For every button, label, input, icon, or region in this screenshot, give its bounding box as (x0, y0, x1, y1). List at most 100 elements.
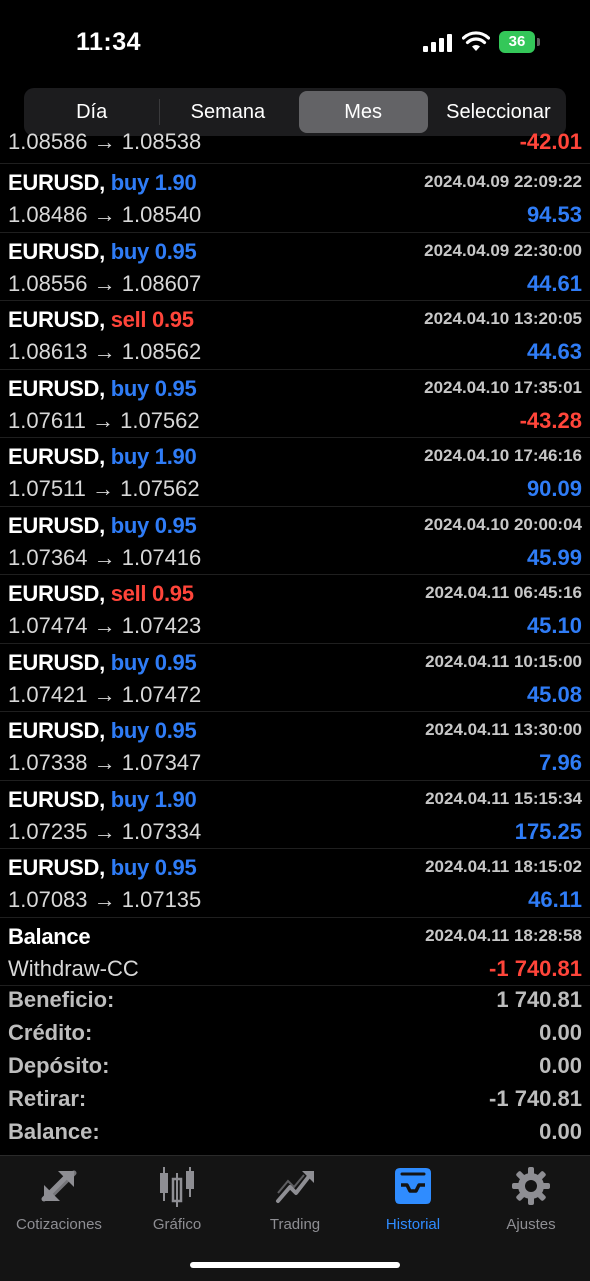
trade-prices: 1.07421 → 1.07472 (8, 681, 202, 707)
trade-lot: 0.95 (152, 307, 194, 332)
trade-prices: 1.08613 → 1.08562 (8, 339, 202, 364)
trade-symbol-line: EURUSD, buy 0.95 (8, 718, 197, 744)
trade-profit: 45.08 (526, 681, 582, 707)
summary-value: 1 740.81 (496, 987, 582, 1012)
trade-row[interactable]: EURUSD, buy 0.95 2024.04.11 10:15:00 1.074… (0, 644, 590, 712)
trade-symbol-line: EURUSD, buy 0.95 (8, 238, 197, 265)
tab-chart[interactable]: Gráfico (118, 1164, 236, 1233)
gear-icon (472, 1164, 590, 1208)
trade-symbol-line: EURUSD, buy 1.90 (8, 170, 197, 196)
candlestick-chart-icon (118, 1164, 236, 1208)
tab-label: Cotizaciones (16, 1216, 102, 1233)
summary-label: Depósito: (8, 1053, 110, 1078)
summary-row-profit: Beneficio: 1 740.81 (0, 983, 590, 1016)
trade-side: buy (110, 786, 150, 812)
trade-profit: -43.28 (519, 407, 582, 433)
trade-side: buy (110, 238, 150, 264)
segment-month[interactable]: Mes (298, 91, 428, 133)
trade-lot: 0.95 (152, 581, 194, 606)
summary-value: 0.00 (539, 1119, 582, 1144)
trade-symbol: EURUSD, (8, 512, 105, 538)
trade-symbol: EURUSD, (8, 649, 105, 675)
trade-prices: 1.08486 → 1.08540 (8, 202, 202, 227)
trade-prices: 1.07611 → 1.07562 (8, 407, 200, 433)
trade-prices: 1.07364 → 1.07416 (8, 544, 202, 570)
trade-side: sell (110, 581, 147, 606)
trade-side: sell (110, 307, 147, 332)
trade-side: buy (110, 375, 150, 401)
tab-settings[interactable]: Ajustes (472, 1164, 590, 1233)
history-list: 1.08586 → 1.08538 -42.01 EURUSD, buy 1.9… (0, 129, 590, 986)
balance-operation-row[interactable]: Balance 2024.04.11 18:28:58 Withdraw-CC … (0, 918, 590, 986)
trade-symbol: EURUSD, (8, 581, 105, 606)
trading-chart-icon (236, 1164, 354, 1208)
tab-label: Historial (385, 1216, 441, 1233)
trade-time: 2024.04.10 17:35:01 (424, 377, 582, 397)
trade-row[interactable]: EURUSD, sell 0.95 2024.04.11 06:45:16 1.07… (0, 575, 590, 644)
trade-profit: 46.11 (528, 887, 582, 912)
trade-side: buy (110, 649, 150, 675)
trade-time: 2024.04.11 06:45:16 (425, 583, 582, 602)
trade-symbol: EURUSD, (8, 375, 105, 401)
trade-lot: 0.95 (154, 855, 197, 880)
segment-week[interactable]: Semana (163, 91, 292, 133)
summary-value: 0.00 (539, 1053, 582, 1078)
trade-row[interactable]: EURUSD, buy 0.95 2024.04.11 13:30:00 1.073… (0, 712, 590, 781)
trade-time: 2024.04.11 10:15:00 (425, 651, 582, 671)
segment-divider (159, 99, 161, 125)
balance-time: 2024.04.11 18:28:58 (425, 925, 582, 945)
trade-row[interactable]: EURUSD, buy 1.90 2024.04.10 17:46:16 1.075… (0, 438, 590, 507)
trade-symbol: EURUSD, (8, 786, 105, 812)
trade-time: 2024.04.10 13:20:05 (424, 309, 582, 328)
trade-profit: 45.99 (526, 544, 582, 570)
trade-symbol: EURUSD, (8, 170, 105, 195)
trade-row[interactable]: EURUSD, buy 0.95 2024.04.09 22:30:00 1.085… (0, 233, 590, 301)
tab-trading[interactable]: Trading (236, 1164, 354, 1233)
trade-profit: 94.53 (526, 202, 582, 227)
trade-prices: 1.08556 → 1.08607 (8, 270, 202, 296)
trade-profit: -42.01 (519, 129, 582, 154)
tab-quotes[interactable]: Cotizaciones (0, 1164, 118, 1233)
trade-prices: 1.07083 → 1.07135 (8, 887, 202, 912)
balance-amount: -1 740.81 (489, 955, 582, 981)
trade-row[interactable]: EURUSD, buy 0.95 2024.04.10 20:00:04 1.073… (0, 507, 590, 575)
tab-history[interactable]: Historial (354, 1164, 472, 1233)
trade-prices: 1.07235 → 1.07334 (8, 818, 202, 844)
segment-day[interactable]: Día (27, 91, 156, 133)
trade-row[interactable]: EURUSD, buy 1.90 2024.04.11 15:15:34 1.072… (0, 781, 590, 849)
trade-symbol-line: EURUSD, sell 0.95 (8, 307, 194, 333)
trade-lot: 0.95 (154, 238, 197, 264)
segment-select[interactable]: Seleccionar (434, 91, 563, 133)
summary-row-balance: Balance: 0.00 (0, 1115, 590, 1148)
trade-symbol: EURUSD, (8, 307, 105, 332)
home-indicator[interactable] (190, 1262, 400, 1268)
trade-profit: 7.96 (539, 750, 582, 775)
wifi-icon (462, 31, 490, 51)
trade-prices: 1.07511 → 1.07562 (8, 476, 200, 501)
list-item-partial[interactable]: 1.08586 → 1.08538 -42.01 (0, 129, 590, 164)
battery-icon: 36 (499, 31, 535, 53)
trade-side: buy (110, 444, 150, 469)
trade-symbol: EURUSD, (8, 855, 105, 880)
history-inbox-icon (354, 1164, 472, 1208)
trade-row[interactable]: EURUSD, buy 0.95 2024.04.10 17:35:01 1.076… (0, 370, 590, 438)
trade-row[interactable]: EURUSD, buy 0.95 2024.04.11 18:15:02 1.070… (0, 849, 590, 918)
summary-section: Beneficio: 1 740.81 Crédito: 0.00 Depósi… (0, 983, 590, 1148)
trade-side: buy (110, 855, 150, 880)
tab-label: Trading (269, 1216, 321, 1233)
trade-time: 2024.04.10 20:00:04 (424, 514, 582, 534)
trade-symbol-line: EURUSD, buy 0.95 (8, 512, 197, 539)
trade-row[interactable]: EURUSD, sell 0.95 2024.04.10 13:20:05 1.08… (0, 301, 590, 370)
trade-row[interactable]: EURUSD, buy 1.90 2024.04.09 22:09:22 1.084… (0, 164, 590, 233)
summary-label: Retirar: (8, 1086, 87, 1111)
trade-lot: 0.95 (154, 718, 197, 743)
cellular-signal-icon (423, 34, 452, 52)
trade-time: 2024.04.11 18:15:02 (425, 857, 582, 876)
tab-label: Gráfico (152, 1216, 202, 1233)
trade-lot: 0.95 (154, 512, 197, 538)
trade-symbol-line: EURUSD, sell 0.95 (8, 581, 194, 607)
trade-profit: 45.10 (526, 613, 582, 638)
trade-symbol-line: EURUSD, buy 1.90 (8, 786, 197, 813)
trade-symbol: EURUSD, (8, 238, 105, 264)
trade-prices: 1.07338 → 1.07347 (8, 750, 202, 775)
